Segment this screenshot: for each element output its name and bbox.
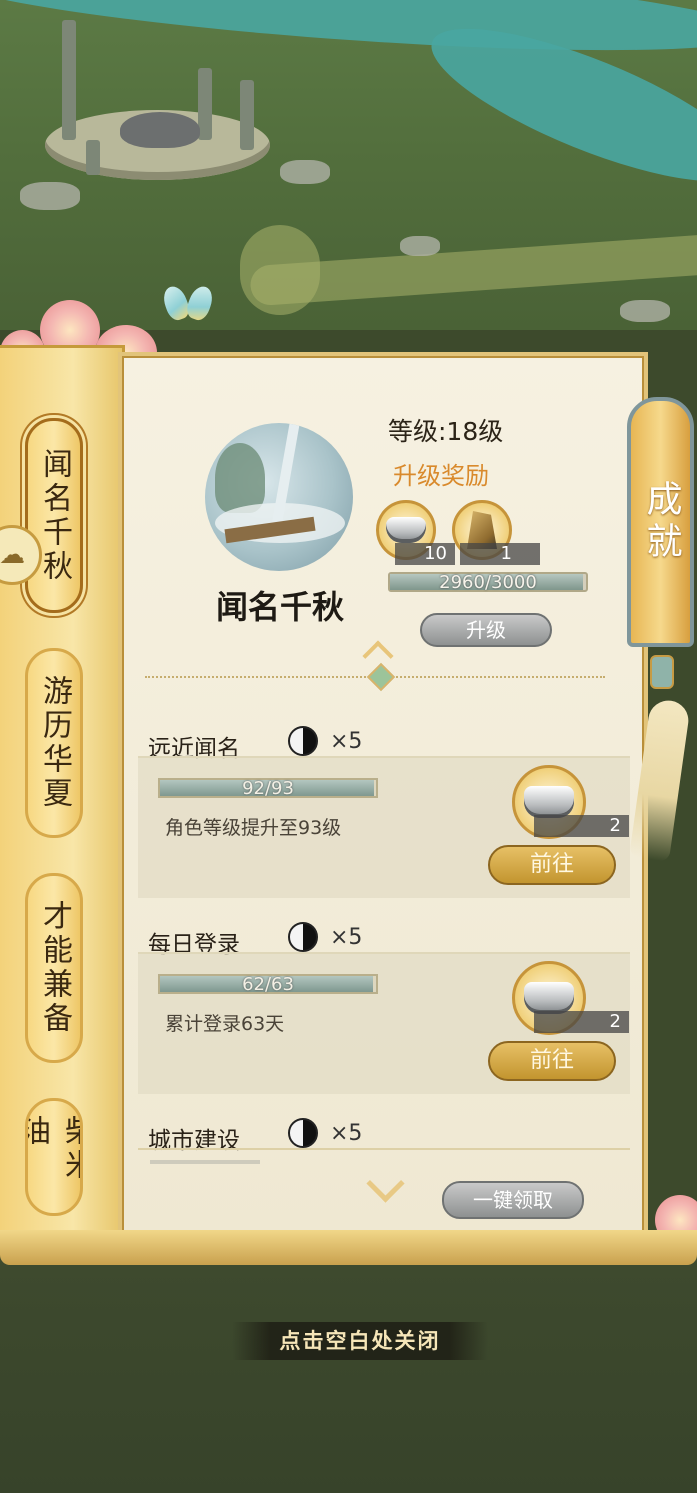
dim-background[interactable] — [0, 1260, 697, 1493]
side-tab-label: 才能兼备 — [37, 900, 72, 1036]
reward-quantity: 10 — [395, 543, 455, 565]
panel-bottom-frame — [0, 1230, 697, 1265]
world-map-background — [0, 0, 697, 330]
task-progress-bar: 92/93 — [158, 778, 378, 799]
achievement-title: 闻名千秋 — [215, 588, 344, 626]
achievement-tag[interactable]: 成就 — [627, 397, 694, 647]
task-reward[interactable]: 2 — [512, 765, 629, 839]
task-multiplier: ×5 — [330, 925, 363, 950]
side-tab-caineng-jianbei[interactable]: 才能兼备 — [25, 873, 83, 1063]
side-tab-wenming-qianqiu[interactable]: 闻名千秋 — [25, 418, 83, 613]
side-tab-label: 游历华夏 — [37, 675, 72, 811]
reward-quantity: 2 — [534, 815, 629, 837]
close-hint[interactable]: 点击空白处关闭 — [232, 1322, 488, 1360]
task-progress-text: 92/93 — [242, 778, 294, 799]
jade-knot-icon — [650, 655, 674, 689]
task-header-line — [138, 1148, 630, 1150]
reward-quantity: 1 — [460, 543, 540, 565]
exp-progress-bar: 2960/3000 — [388, 572, 588, 593]
task-multiplier: ×5 — [330, 1121, 363, 1146]
go-button[interactable]: 前往 — [488, 1041, 616, 1081]
reward-quantity: 2 — [534, 1011, 629, 1033]
task-description: 角色等级提升至93级 — [165, 817, 342, 839]
yin-yang-icon — [288, 726, 318, 756]
butterfly-decoration — [165, 286, 211, 326]
yin-yang-icon — [288, 1118, 318, 1148]
side-tab-youli-huaxia[interactable]: 游历华夏 — [25, 648, 83, 838]
upgrade-button[interactable]: 升级 — [420, 613, 552, 647]
achievement-avatar — [205, 423, 353, 571]
task-progress-text: 62/63 — [242, 974, 294, 995]
task-reward[interactable]: 2 — [512, 961, 629, 1035]
go-button[interactable]: 前往 — [488, 845, 616, 885]
side-tab-label: 柴米油 — [25, 1115, 83, 1183]
upgrade-reward-label: 升级奖励 — [393, 462, 489, 490]
task-description: 累计登录63天 — [165, 1013, 285, 1035]
collect-all-button[interactable]: 一键领取 — [442, 1181, 584, 1219]
exp-progress-text: 2960/3000 — [439, 572, 537, 593]
pavilion-decoration — [150, 1160, 260, 1224]
task-multiplier: ×5 — [330, 729, 363, 754]
yin-yang-icon — [288, 922, 318, 952]
level-text: 等级:18级 — [388, 417, 504, 446]
achievement-tag-label: 成就 — [640, 480, 682, 564]
side-tab-chaimi-you[interactable]: 柴米油 — [25, 1098, 83, 1216]
task-progress-bar: 62/63 — [158, 974, 378, 995]
